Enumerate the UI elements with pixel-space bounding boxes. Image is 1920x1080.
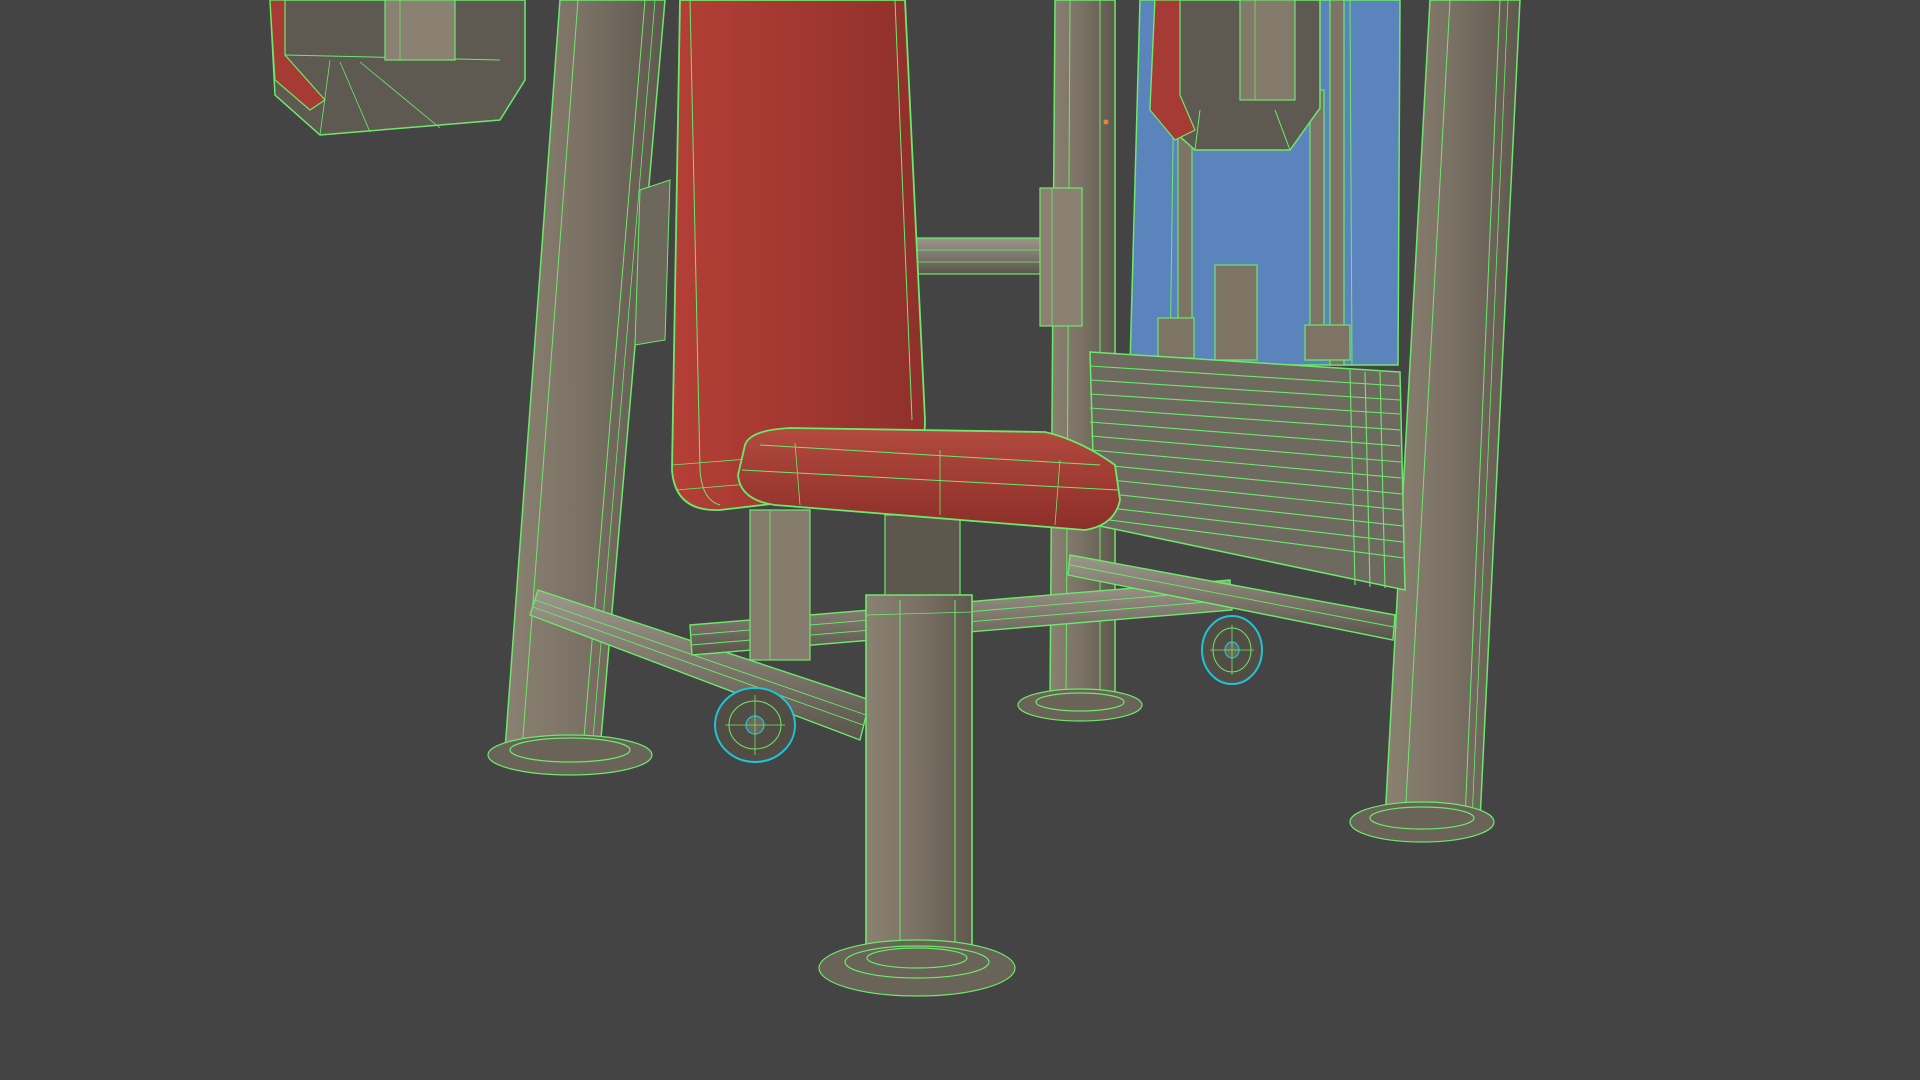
frame-upright-right[interactable] <box>1384 0 1521 821</box>
weight-stack[interactable] <box>1089 351 1406 591</box>
floor-cap-right[interactable] <box>1349 801 1495 843</box>
floor-cap-left[interactable] <box>487 734 653 776</box>
floor-cap-rear[interactable] <box>1017 688 1143 722</box>
handle-pad-left[interactable] <box>269 0 526 136</box>
wheel-left[interactable] <box>714 687 796 763</box>
3d-viewport[interactable] <box>0 0 1920 1080</box>
handle-pad-right[interactable] <box>1149 0 1321 151</box>
wheel-right[interactable] <box>1201 615 1263 685</box>
viewport-canvas[interactable] <box>0 0 1920 1080</box>
front-post[interactable] <box>865 594 973 986</box>
crossbar[interactable] <box>909 187 1083 327</box>
selection-marker <box>1103 119 1109 125</box>
floor-cap-front[interactable] <box>818 939 1016 997</box>
